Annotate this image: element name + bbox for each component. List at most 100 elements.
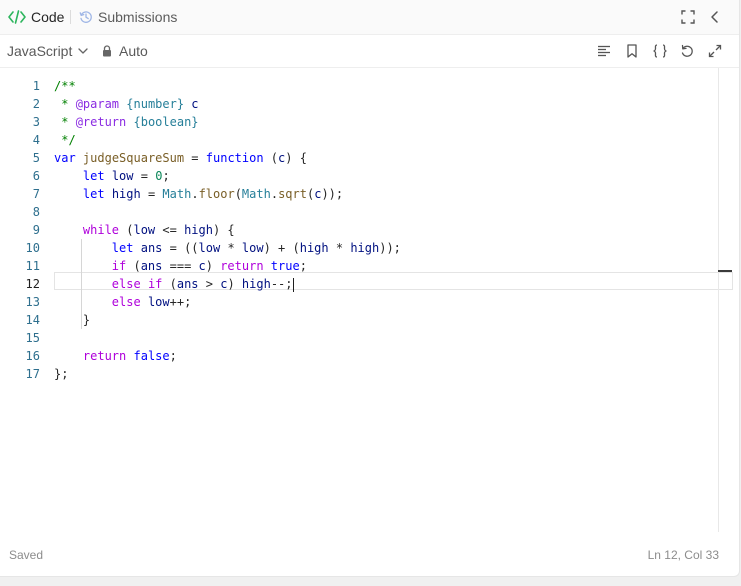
code-line[interactable]: * @param {number} c bbox=[54, 95, 719, 113]
tab-code[interactable]: Code bbox=[8, 0, 64, 34]
tab-code-label: Code bbox=[31, 9, 65, 25]
code-editor[interactable]: 1 2 3 4 5 6 7 8 9 10 11 12 13 14 15 16 17 /** * @param {… bbox=[0, 68, 739, 532]
code-token: {number} bbox=[126, 97, 185, 111]
line-number: 3 bbox=[32, 115, 40, 129]
editor-toolbar: JavaScript Auto bbox=[0, 35, 739, 68]
code-token: ( bbox=[126, 259, 141, 273]
tab-submissions-label: Submissions bbox=[98, 9, 178, 25]
fullscreen-icon bbox=[681, 10, 695, 24]
auto-mode-toggle[interactable]: Auto bbox=[102, 35, 148, 67]
editor-scrollbar[interactable] bbox=[718, 68, 719, 532]
tab-divider bbox=[70, 10, 71, 24]
line-number-gutter: 1 2 3 4 5 6 7 8 9 10 11 12 13 14 15 16 17 bbox=[0, 77, 40, 383]
format-code-button[interactable] bbox=[595, 42, 613, 60]
code-token: * bbox=[328, 241, 351, 255]
code-token: true bbox=[270, 259, 300, 273]
chevron-down-icon bbox=[78, 47, 89, 55]
code-token: @return bbox=[75, 115, 127, 129]
code-token: ans bbox=[140, 241, 163, 255]
code-line[interactable]: else low++; bbox=[54, 293, 719, 311]
code-line[interactable]: return false; bbox=[54, 347, 719, 365]
status-bar: Saved Ln 12, Col 33 bbox=[0, 548, 739, 568]
code-line[interactable]: } bbox=[54, 311, 719, 329]
code-token: var bbox=[54, 151, 76, 165]
code-token: > bbox=[198, 277, 221, 291]
code-token: . bbox=[270, 187, 279, 201]
code-token: ++; bbox=[169, 295, 192, 309]
braces-button[interactable] bbox=[651, 42, 669, 60]
code-token: ; bbox=[169, 349, 177, 363]
code-token: */ bbox=[54, 133, 76, 147]
code-line[interactable]: }; bbox=[54, 365, 719, 383]
reset-code-button[interactable] bbox=[678, 42, 696, 60]
line-number: 1 bbox=[32, 79, 40, 93]
line-number: 10 bbox=[25, 241, 40, 255]
code-token: else bbox=[111, 295, 141, 309]
code-token: floor bbox=[198, 187, 235, 201]
code-line[interactable]: var judgeSquareSum = function (c) { bbox=[54, 149, 719, 167]
code-token: --; bbox=[270, 277, 293, 291]
code-line[interactable]: */ bbox=[54, 131, 719, 149]
code-token: = bbox=[184, 151, 206, 165]
line-number: 13 bbox=[25, 295, 40, 309]
language-select[interactable]: JavaScript bbox=[7, 35, 89, 67]
collapse-panel-button[interactable] bbox=[706, 8, 724, 26]
maximize-icon bbox=[708, 44, 722, 58]
code-line[interactable]: let ans = ((low * low) + (high * high)); bbox=[54, 239, 719, 257]
code-token: if bbox=[147, 277, 163, 291]
maximize-editor-button[interactable] bbox=[706, 42, 724, 60]
code-line[interactable]: if (ans === c) return true; bbox=[54, 257, 719, 275]
code-content[interactable]: /** * @param {number} c * @return {boole… bbox=[54, 77, 719, 383]
code-token: Math bbox=[241, 187, 271, 201]
code-token: ( bbox=[162, 277, 177, 291]
code-token: }; bbox=[54, 367, 69, 381]
code-brackets-icon bbox=[8, 10, 26, 24]
code-token: ( bbox=[234, 187, 242, 201]
code-token: low bbox=[198, 241, 221, 255]
bookmark-button[interactable] bbox=[623, 42, 641, 60]
code-token: return bbox=[220, 259, 264, 273]
fullscreen-button[interactable] bbox=[679, 8, 697, 26]
code-token: else bbox=[111, 277, 141, 291]
tab-bar: Code Submissions bbox=[0, 0, 739, 35]
code-token: while bbox=[82, 223, 120, 237]
history-icon bbox=[79, 10, 93, 24]
code-line[interactable]: while (low <= high) { bbox=[54, 221, 719, 239]
code-line[interactable]: /** bbox=[54, 77, 719, 95]
code-line[interactable]: let high = Math.floor(Math.sqrt(c)); bbox=[54, 185, 719, 203]
code-token: /** bbox=[54, 79, 76, 93]
tab-submissions[interactable]: Submissions bbox=[79, 0, 177, 34]
line-number: 5 bbox=[32, 151, 40, 165]
code-line[interactable] bbox=[54, 203, 719, 221]
code-token: c bbox=[198, 259, 206, 273]
line-number: 17 bbox=[25, 367, 40, 381]
auto-mode-label: Auto bbox=[119, 43, 148, 59]
line-number: 2 bbox=[32, 97, 40, 111]
code-token: judgeSquareSum bbox=[82, 151, 185, 165]
code-line[interactable]: else if (ans > c) high--; bbox=[54, 275, 719, 293]
code-line[interactable]: let low = 0; bbox=[54, 167, 719, 185]
code-token: )); bbox=[379, 241, 401, 255]
line-number: 11 bbox=[25, 259, 40, 273]
code-token: low bbox=[147, 295, 170, 309]
code-token: * bbox=[54, 115, 76, 129]
line-number: 12 bbox=[25, 277, 40, 291]
line-number: 7 bbox=[32, 187, 40, 201]
code-line[interactable] bbox=[54, 329, 719, 347]
code-token: ) bbox=[205, 259, 221, 273]
code-token: ( bbox=[119, 223, 134, 237]
code-token: high bbox=[350, 241, 380, 255]
code-line[interactable]: * @return {boolean} bbox=[54, 113, 719, 131]
line-number: 9 bbox=[32, 223, 40, 237]
code-token: ) { bbox=[212, 223, 235, 237]
